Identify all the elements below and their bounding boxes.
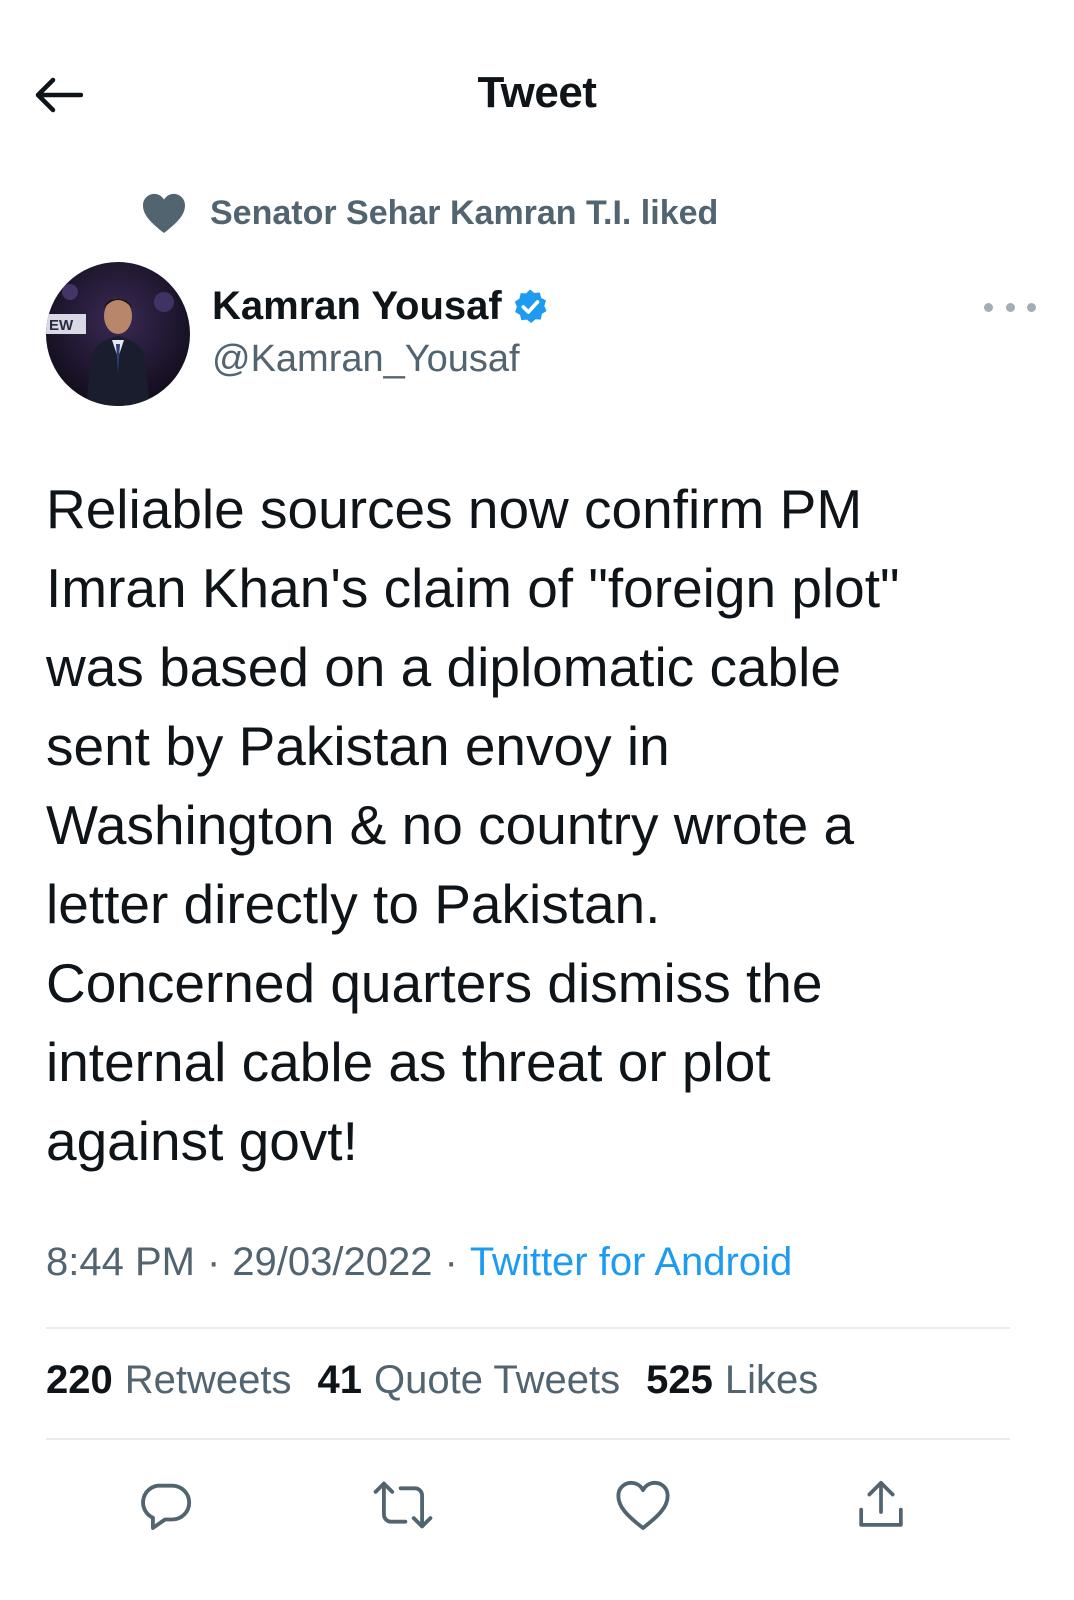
- reply-icon: [141, 1483, 192, 1530]
- tweet-actions: [0, 1460, 1074, 1550]
- likes-label: Likes: [724, 1358, 819, 1402]
- author-handle[interactable]: @Kamran_Yousaf: [212, 338, 520, 381]
- author-name-row[interactable]: Kamran Yousaf: [212, 284, 550, 329]
- retweets-label: Retweets: [124, 1358, 292, 1402]
- retweet-icon: [373, 1481, 433, 1529]
- tweet-source-link[interactable]: Twitter for Android: [470, 1240, 792, 1285]
- quote-tweets-label: Quote Tweets: [374, 1358, 621, 1402]
- more-dot-icon: [1027, 302, 1036, 312]
- social-context-text: Senator Sehar Kamran T.I. liked: [210, 193, 719, 232]
- share-button[interactable]: [846, 1470, 916, 1540]
- likes-stat[interactable]: 525 Likes: [646, 1358, 818, 1403]
- tweet-author: EW Kamran Yousaf @Kamran_Yousaf: [46, 262, 1036, 408]
- page-title: Tweet: [477, 68, 597, 117]
- top-bar: Tweet: [0, 0, 1074, 190]
- divider: [46, 1438, 1010, 1440]
- tweet-text: Reliable sources now confirm PM Imran Kh…: [46, 478, 900, 1172]
- tweet-stats: 220 Retweets 41 Quote Tweets 525 Likes: [46, 1358, 844, 1403]
- verified-badge-icon: [514, 289, 547, 323]
- like-button[interactable]: [608, 1470, 678, 1540]
- avatar-tag: EW: [49, 317, 74, 334]
- retweet-button[interactable]: [368, 1470, 438, 1540]
- divider: [46, 1327, 1010, 1329]
- retweets-stat[interactable]: 220 Retweets: [46, 1358, 292, 1403]
- quote-tweets-count: 41: [317, 1358, 363, 1402]
- tweet-metadata: 8:44 PM · 29/03/2022 · Twitter for Andro…: [46, 1240, 792, 1285]
- author-name[interactable]: Kamran Yousaf: [212, 284, 502, 329]
- tweet-date[interactable]: 29/03/2022: [232, 1240, 432, 1285]
- share-icon: [859, 1480, 903, 1527]
- reply-button[interactable]: [130, 1470, 200, 1540]
- separator: ·: [444, 1240, 458, 1284]
- avatar[interactable]: EW: [46, 262, 190, 406]
- more-dot-icon: [984, 302, 993, 312]
- more-dot-icon: [1005, 302, 1015, 312]
- retweets-count: 220: [46, 1358, 113, 1402]
- more-options-button[interactable]: [984, 292, 1036, 322]
- quote-tweets-stat[interactable]: 41 Quote Tweets: [318, 1358, 621, 1403]
- social-context[interactable]: Senator Sehar Kamran T.I. liked: [140, 188, 718, 238]
- heart-filled-icon: [140, 189, 188, 237]
- like-icon: [616, 1480, 670, 1530]
- likes-count: 525: [646, 1358, 713, 1402]
- separator: ·: [206, 1240, 221, 1284]
- tweet-time[interactable]: 8:44 PM: [46, 1240, 195, 1285]
